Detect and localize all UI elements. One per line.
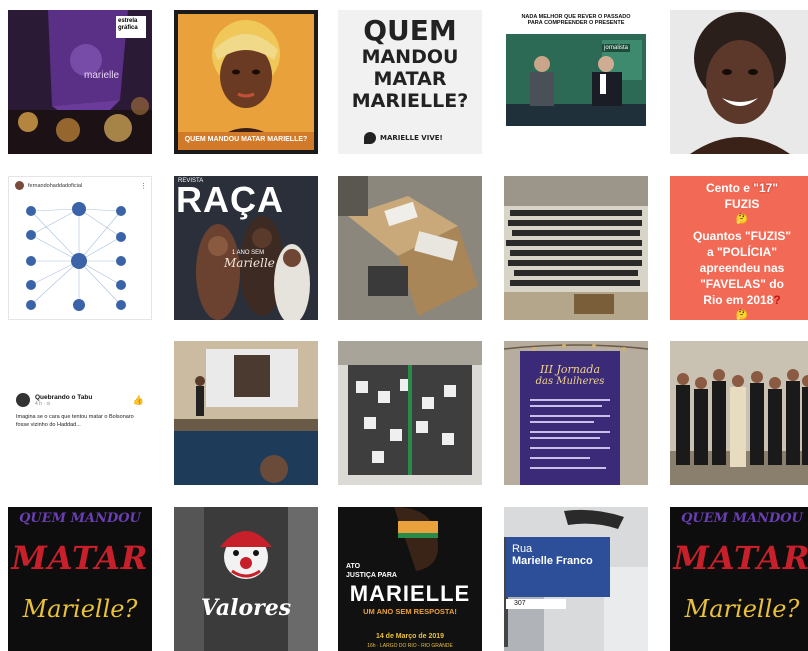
avatar-icon bbox=[16, 393, 30, 407]
grid-image-marielle-poster[interactable]: QUEM MANDOU MATAR MARIELLE? bbox=[174, 10, 318, 154]
ato-sub: JUSTIÇA PARA bbox=[346, 572, 397, 579]
quem-line-1: QUEM bbox=[363, 14, 457, 47]
grid-image-boxes-unpacking[interactable] bbox=[338, 176, 482, 320]
dark-line-3: Marielle? bbox=[22, 595, 138, 623]
grid-image-valores-clown[interactable]: Valores bbox=[174, 507, 318, 651]
like-icon[interactable]: 👍 bbox=[133, 395, 144, 406]
grid-image-tv-interview[interactable]: NADA MELHOR QUE REVER O PASSADO PARA COM… bbox=[504, 10, 648, 154]
ato-place: 16h · LARGO DO RIO - RIO GRANDE bbox=[367, 643, 453, 649]
post-meta: 4 h · ⊙ bbox=[35, 400, 51, 407]
fb-post-header: Quebrando o Tabu 4 h · ⊙ 👍 bbox=[16, 393, 144, 407]
sign-text: Rua Marielle Franco bbox=[512, 543, 593, 567]
quem-footer: MARIELLE VIVE! bbox=[364, 132, 443, 144]
magazine-title: RAÇA bbox=[176, 179, 284, 220]
ato-pre: ATO bbox=[346, 563, 361, 570]
valores-word: Valores bbox=[200, 595, 292, 621]
quem-text-block: QUEM MANDOU MATAR MARIELLE? bbox=[338, 14, 482, 113]
fuzis-text: Cento e "17" FUZIS 🤔 Quantos "FUZIS" a "… bbox=[670, 180, 808, 320]
grid-image-raca-magazine[interactable]: REVISTA RAÇA 1 ANO SEM Marielle bbox=[174, 176, 318, 320]
dark2-line-2: MATAR bbox=[673, 539, 808, 577]
lecture-photo bbox=[174, 341, 318, 485]
grid-image-ato-justica-poster[interactable]: ATO JUSTIÇA PARA MARIELLE UM ANO SEM RES… bbox=[338, 507, 482, 651]
tv-channel: jornalista bbox=[602, 44, 631, 52]
dark2-line-3: Marielle? bbox=[684, 595, 800, 623]
poster-art bbox=[174, 10, 318, 154]
flower-icon bbox=[364, 132, 376, 144]
thinking-emoji-icon: 🤔 bbox=[735, 214, 749, 225]
grid-image-quem-mandou-art-1[interactable]: QUEM MANDOU MATAR Marielle? bbox=[8, 507, 152, 651]
dark2-line-1: QUEM MANDOU bbox=[681, 511, 803, 526]
rifles-photo bbox=[504, 176, 648, 320]
menu-dots-icon[interactable]: ⋮ bbox=[140, 182, 147, 190]
grid-image-portrait-smile[interactable] bbox=[670, 10, 808, 154]
avatar-icon bbox=[15, 181, 24, 190]
ato-date: 14 de Março de 2019 bbox=[375, 633, 445, 640]
grid-image-exhibit-panels[interactable] bbox=[338, 341, 482, 485]
grid-image-samba-flag[interactable]: marielle estrela gráfica bbox=[8, 10, 152, 154]
post-text: Imagina se o cara que tentou matar o Bol… bbox=[16, 414, 134, 428]
dark-line-2: MATAR bbox=[11, 539, 149, 577]
ato-art bbox=[338, 507, 482, 651]
portrait-photo bbox=[670, 10, 808, 154]
page-name: Quebrando o Tabu bbox=[35, 393, 93, 401]
sign-photo bbox=[504, 507, 648, 651]
quem-line-3: MATAR bbox=[373, 68, 447, 90]
question-mark-icon: ? bbox=[773, 293, 781, 307]
grid-image-lecture-room[interactable] bbox=[174, 341, 318, 485]
flag-text: marielle bbox=[84, 70, 120, 81]
exhibit-photo bbox=[338, 341, 482, 485]
thinking-emoji-icon-2: 🤔 bbox=[735, 310, 749, 320]
tv-headline: NADA MELHOR QUE REVER O PASSADO PARA COM… bbox=[521, 14, 631, 26]
sign-number: 307 bbox=[514, 600, 526, 607]
grid-image-quebrando-tabu-post[interactable]: Quebrando o Tabu 4 h · ⊙ 👍 Imagina se o … bbox=[8, 341, 152, 485]
grid-image-quem-mandou-art-2[interactable]: QUEM MANDOU MATAR Marielle? bbox=[670, 507, 808, 651]
grid-image-fuzis-question[interactable]: Cento e "17" FUZIS 🤔 Quantos "FUZIS" a "… bbox=[670, 176, 808, 320]
grid-image-quem-mandou[interactable]: QUEM MANDOU MATAR MARIELLE? MARIELLE VIV… bbox=[338, 10, 482, 154]
grid-image-jornada-mulheres-poster[interactable]: III Jornada das Mulheres bbox=[504, 341, 648, 485]
ato-tag: UM ANO SEM RESPOSTA! bbox=[363, 607, 457, 616]
post-header: fernandohaddadoficial ⋮ bbox=[15, 181, 147, 190]
boxes-photo bbox=[338, 176, 482, 320]
dark-line-1: QUEM MANDOU bbox=[19, 511, 141, 526]
fb-post: Quebrando o Tabu 4 h · ⊙ 👍 Imagina se o … bbox=[16, 393, 144, 429]
grid-image-rifles-seized[interactable] bbox=[504, 176, 648, 320]
ato-name: MARIELLE bbox=[349, 581, 471, 606]
account-name: fernandohaddadoficial bbox=[28, 182, 83, 189]
group-photo bbox=[670, 341, 808, 485]
grid-image-dance-group[interactable] bbox=[670, 341, 808, 485]
grid-image-haddad-network-post[interactable]: fernandohaddadoficial ⋮ bbox=[8, 176, 152, 320]
poster-caption: QUEM MANDOU MATAR MARIELLE? bbox=[184, 136, 308, 143]
quem-line-2: MANDOU bbox=[361, 46, 459, 68]
valores-art bbox=[174, 507, 318, 651]
network-diagram bbox=[26, 202, 126, 311]
grid-image-street-sign[interactable]: Rua Marielle Franco 307 bbox=[504, 507, 648, 651]
jornada-title: III Jornada das Mulheres bbox=[535, 363, 605, 387]
cover-lines: 1 ANO SEM Marielle bbox=[224, 250, 275, 270]
badge: estrela gráfica bbox=[116, 16, 146, 38]
quem-line-4: MARIELLE? bbox=[351, 90, 469, 112]
